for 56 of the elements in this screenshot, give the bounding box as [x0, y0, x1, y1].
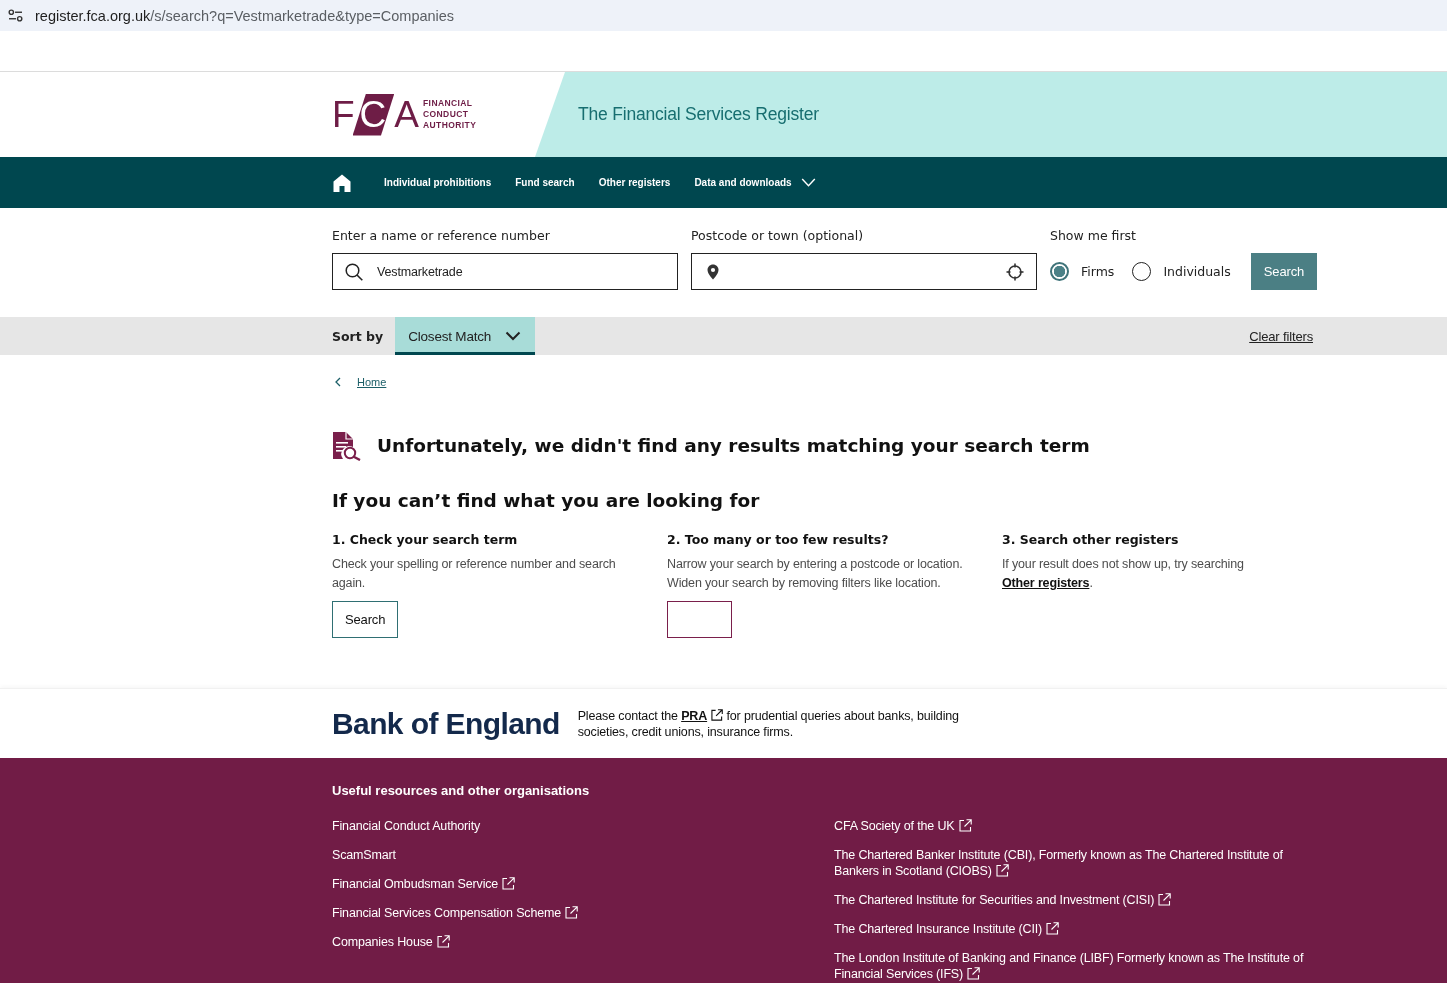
name-search-field[interactable]: Vestmarketrade — [332, 253, 678, 290]
pra-notice: Please contact the PRA for prudential queries about banks, building societies, credit unions, insurance firms. — [577, 707, 960, 740]
sort-label: Sort by — [332, 328, 384, 344]
location-field[interactable] — [691, 253, 1037, 290]
radio-label[interactable]: Firms — [1081, 264, 1115, 279]
footer-link[interactable]: The Chartered Insurance Institute (CII) — [834, 921, 1060, 937]
footer-link[interactable]: The London Institute of Banking and Finance (LIBF) Formerly known as The Institute of Financial Services (IFS) — [834, 950, 1309, 982]
radio-button[interactable] — [1050, 262, 1069, 281]
help-step-heading: 3. Search other registers — [1002, 531, 1179, 549]
radio-button[interactable] — [1132, 262, 1152, 281]
footer-link[interactable]: Financial Ombudsman Service — [332, 876, 516, 892]
clear-filters-link[interactable]: Clear filters — [1249, 328, 1313, 344]
help-text: Narrow your search by entering a postcode or location. — [667, 556, 963, 573]
register-title: The Financial Services Register — [578, 104, 819, 125]
footer-link[interactable]: The Chartered Banker Institute (CBI), Formerly known as The Chartered Institute of Bankers in Scotland (CIOBS) — [834, 847, 1309, 879]
footer-heading: Useful resources and other organisations — [332, 783, 591, 799]
help-step-heading: 1. Check your search term — [332, 531, 518, 549]
nav-link[interactable]: Other registers — [598, 177, 671, 188]
url-text[interactable]: register.fca.org.uk/s/search?q=Vestmarketrade&type=Companies — [35, 7, 455, 24]
help-text: Check your spelling or reference number and search again. — [332, 556, 617, 592]
chevron-down-icon — [800, 178, 816, 187]
chevron-down-icon — [505, 331, 522, 341]
logo-wordmark: FINANCIAL CONDUCT AUTHORITY — [423, 98, 477, 131]
blank-button[interactable] — [667, 601, 732, 638]
field-label: Show me first — [1050, 228, 1137, 244]
pra-link[interactable]: PRA — [681, 708, 724, 723]
tune-icon[interactable] — [8, 9, 23, 22]
search-icon — [345, 262, 363, 281]
location-pin-icon — [707, 263, 719, 280]
field-label: Postcode or town (optional) — [691, 228, 865, 244]
footer-link[interactable]: Financial Conduct Authority — [332, 818, 481, 834]
document-search-icon — [332, 431, 362, 461]
help-heading: If you can’t find what you are looking for — [332, 489, 761, 513]
external-link-icon — [711, 708, 724, 721]
radio-label[interactable]: Individuals — [1163, 264, 1231, 279]
breadcrumb-link[interactable]: Home — [332, 375, 387, 389]
help-text: Widen your search by removing filters like location. — [667, 575, 941, 592]
search-button[interactable]: Search — [1251, 253, 1317, 290]
search-button[interactable]: Search — [332, 601, 399, 638]
home-icon[interactable] — [333, 173, 351, 192]
bank-of-england-logo[interactable]: Bank of England — [332, 706, 560, 741]
nav-dropdown[interactable]: Data and downloads — [694, 177, 816, 188]
footer-link[interactable]: Companies House — [332, 934, 450, 950]
footer-link[interactable]: ScamSmart — [332, 847, 396, 863]
field-label: Enter a name or reference number — [332, 228, 551, 244]
nav-link[interactable]: Fund search — [515, 177, 575, 188]
sort-dropdown[interactable]: Closest Match — [395, 317, 536, 355]
nav-link[interactable]: Individual prohibitions — [384, 177, 492, 188]
help-text: If your result does not show up, try searching Other registers. — [1002, 556, 1245, 592]
crosshair-icon[interactable] — [1006, 262, 1024, 281]
footer-link[interactable]: Financial Services Compensation Scheme — [332, 905, 579, 921]
chevron-left-icon — [335, 377, 341, 387]
footer-link[interactable]: CFA Society of the UK — [834, 818, 972, 834]
help-step-heading: 2. Too many or too few results? — [667, 531, 889, 549]
no-results-heading: Unfortunately, we didn't find any results matching your search term — [377, 434, 1090, 458]
footer-link[interactable]: The Chartered Institute for Securities and Investment (CISI) — [834, 892, 1172, 908]
